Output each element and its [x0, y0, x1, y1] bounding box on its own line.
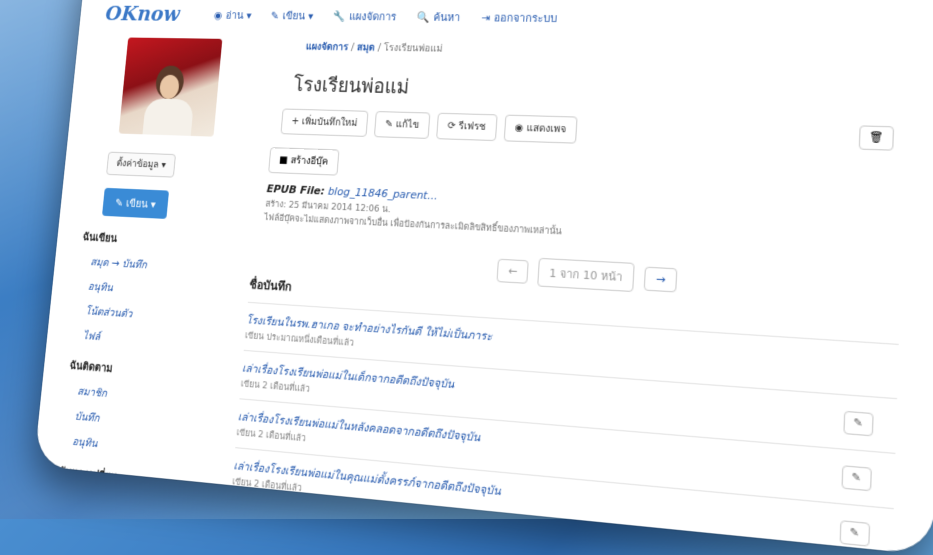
trash-icon[interactable]: 🗑 — [859, 125, 895, 151]
sidebar-item-journals[interactable]: อนุทิน — [72, 432, 222, 464]
nav-search[interactable]: 🔍 ค้นหา — [416, 8, 461, 26]
sidebar-item-notebook[interactable]: สมุด → บันทึก — [90, 253, 238, 279]
next-page-button[interactable]: → — [643, 266, 678, 292]
edit-icon[interactable]: ✎ — [842, 410, 874, 437]
sidebar: ตั้งค่าข้อมูล ▾ ✎ เขียน ▾ ฉันเขียน สมุด … — [49, 37, 257, 502]
create-ebook-button[interactable]: ■ สร้างอีบุ๊ค — [268, 147, 340, 176]
logout-icon: ⇥ — [480, 11, 491, 24]
search-icon: 🔍 — [416, 10, 431, 24]
site-logo[interactable]: OKnow — [104, 2, 180, 26]
sidebar-item-files[interactable]: ไฟล์ — [82, 327, 231, 355]
nav-write[interactable]: ✎ เขียน ▾ — [270, 7, 314, 24]
add-post-button[interactable]: + เพิ่มบันทึกใหม่ — [280, 108, 369, 137]
page-card: OKnow ◉ อ่าน ▾ ✎ เขียน ▾ 🔧 แผงจัดการ 🔍 ค้นหา… — [33, 0, 933, 555]
refresh-button[interactable]: ⟳ รีเฟรช — [436, 112, 498, 142]
edit-icon[interactable]: ✎ — [839, 520, 871, 547]
breadcrumb-current: โรงเรียนพ่อแม่ — [383, 43, 443, 55]
breadcrumb-dashboard[interactable]: แผงจัดการ — [305, 42, 348, 53]
edit-icon[interactable]: ✎ — [841, 465, 872, 492]
toolbar: + เพิ่มบันทึกใหม่ ✎ แก้ไข ⟳ รีเฟรช ◉ แสด… — [280, 108, 905, 154]
top-navbar: OKnow ◉ อ่าน ▾ ✎ เขียน ▾ 🔧 แผงจัดการ 🔍 ค้นหา… — [79, 1, 933, 37]
sidebar-item-posts[interactable]: บันทึก — [74, 407, 224, 438]
breadcrumb: แผงจัดการ / สมุด / โรงเรียนพ่อแม่ — [305, 41, 443, 55]
page-status: 1 จาก 10 หน้า — [537, 257, 635, 293]
sidebar-item-journal[interactable]: อนุทิน — [87, 277, 235, 304]
edit-button[interactable]: ✎ แก้ไข — [373, 111, 431, 139]
avatar — [118, 37, 223, 137]
edit-icon: ✎ — [270, 9, 280, 22]
wrench-icon: 🔧 — [332, 9, 347, 23]
write-button[interactable]: ✎ เขียน ▾ — [101, 187, 170, 219]
prev-page-button[interactable]: ← — [496, 258, 530, 284]
sidebar-item-members[interactable]: สมาชิก — [77, 382, 227, 412]
nav-logout[interactable]: ⇥ ออกจากระบบ — [481, 9, 558, 27]
view-page-button[interactable]: ◉ แสดงเพจ — [503, 114, 578, 144]
sidebar-heading-mine: ฉันเขียน — [82, 230, 118, 245]
breadcrumb-notebook[interactable]: สมุด — [357, 43, 375, 54]
page-title: โรงเรียนพ่อแม่ — [292, 72, 410, 99]
main-content: แผงจัดการ / สมุด / โรงเรียนพ่อแม่ โรงเรี… — [231, 40, 908, 555]
nav-read[interactable]: ◉ อ่าน ▾ — [213, 7, 253, 24]
sidebar-item-private-notes[interactable]: โน้ตส่วนตัว — [85, 302, 234, 329]
settings-button[interactable]: ตั้งค่าข้อมูล ▾ — [106, 151, 177, 178]
nav-dashboard[interactable]: 🔧 แผงจัดการ — [332, 8, 397, 26]
sidebar-heading-following: ฉันติดตาม — [69, 359, 114, 376]
eye-icon: ◉ — [213, 8, 223, 21]
